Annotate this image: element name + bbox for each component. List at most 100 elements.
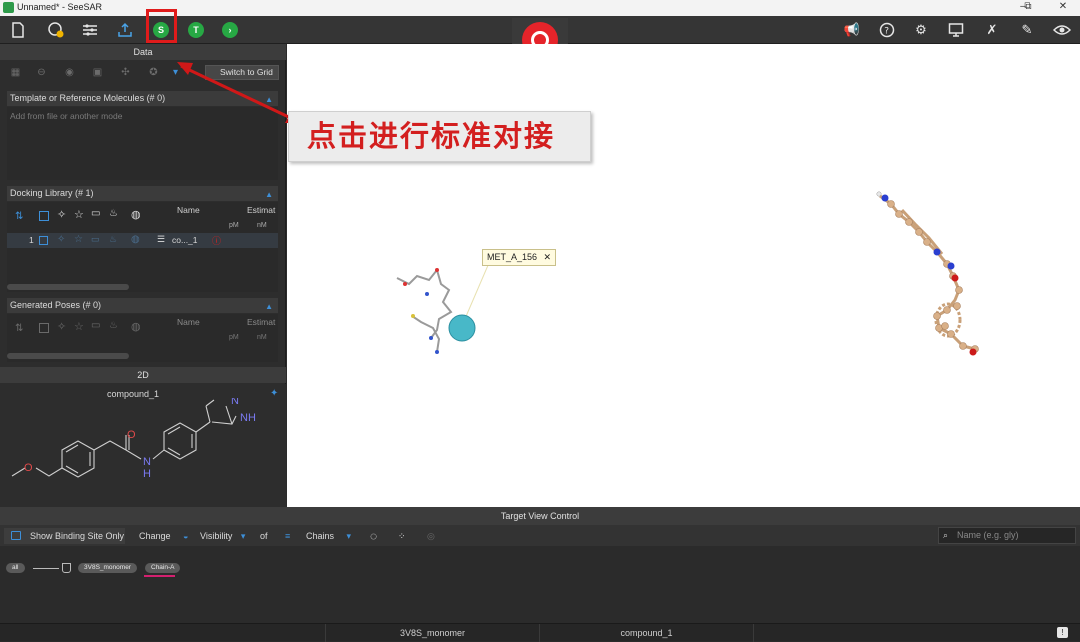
save-icon[interactable]: ▣ bbox=[91, 66, 104, 79]
atom-o-ether: O bbox=[24, 462, 33, 474]
chains-icon: ≡ bbox=[285, 531, 291, 541]
generated-poses-table: ⇅ ✧ ☆ ▭ ♨ ◍ Name Estimat pM nM bbox=[7, 314, 278, 362]
residue-label-text: MET_A_156 bbox=[487, 252, 538, 262]
restore-button[interactable]: ⧉ bbox=[1021, 1, 1035, 15]
tree-connector bbox=[33, 568, 59, 569]
camera-icon[interactable]: ◎ bbox=[427, 528, 435, 544]
next-mode-icon: › bbox=[222, 22, 238, 38]
pin-icon[interactable]: ✧ bbox=[57, 320, 66, 333]
row-checkbox[interactable] bbox=[39, 236, 48, 245]
structure-icon bbox=[62, 563, 71, 573]
comment-icon[interactable]: ▭ bbox=[91, 208, 100, 219]
name-column-header[interactable]: Name bbox=[177, 317, 200, 327]
chevron-down-icon: ▾ bbox=[240, 531, 246, 541]
star-icon[interactable]: ☆ bbox=[74, 320, 84, 333]
pin-icon[interactable]: ✧ bbox=[57, 208, 66, 221]
comment-icon[interactable]: ▭ bbox=[91, 320, 100, 331]
estimate-column-header[interactable]: Estimat bbox=[247, 317, 275, 327]
settings-sliders-icon[interactable] bbox=[79, 20, 101, 40]
next-mode-button[interactable]: › bbox=[219, 20, 241, 40]
collapse-icon[interactable]: ▲ bbox=[265, 299, 273, 314]
satellite-icon[interactable]: ✎ bbox=[1016, 20, 1038, 40]
tree-node-all[interactable]: all bbox=[6, 563, 25, 573]
row-pin-icon[interactable]: ✧ bbox=[57, 234, 65, 245]
upload-icon[interactable] bbox=[114, 20, 136, 40]
row-index: 1 bbox=[29, 235, 34, 245]
search-placeholder: Name (e.g. gly) bbox=[957, 530, 1019, 540]
file-icon[interactable] bbox=[7, 20, 29, 40]
row-palette-icon[interactable]: ◍ bbox=[131, 234, 140, 245]
pin-icon[interactable]: ✣ bbox=[119, 66, 132, 79]
sort-icon[interactable]: ⇅ bbox=[15, 323, 23, 334]
star-icon[interactable]: ☆ bbox=[74, 208, 84, 221]
table-row[interactable]: 1 ✧ ☆ ▭ ♨ ◍ ☰ co..._1 ⓘ bbox=[7, 233, 278, 248]
atom-n-pyrazole: N bbox=[231, 398, 239, 407]
nm-unit: nM bbox=[257, 334, 267, 341]
show-binding-site-only-toggle[interactable]: Show Binding Site Only bbox=[4, 528, 125, 544]
row-name: co..._1 bbox=[172, 235, 198, 245]
select-all-checkbox[interactable] bbox=[39, 211, 49, 221]
flame-icon[interactable]: ♨ bbox=[109, 320, 118, 331]
change-label: Change bbox=[139, 531, 171, 541]
visibility-dropdown[interactable]: ◒ Visibility ▾ bbox=[182, 528, 245, 544]
chain-selection-underline bbox=[144, 575, 175, 577]
view-icon[interactable]: ◉ bbox=[63, 66, 76, 79]
horizontal-scrollbar[interactable] bbox=[7, 284, 129, 290]
flame-icon[interactable]: ♨ bbox=[109, 208, 118, 219]
collapse-icon[interactable]: ▲ bbox=[265, 187, 273, 202]
palette-icon[interactable]: ◍ bbox=[131, 208, 141, 221]
sort-icon[interactable]: ⇅ bbox=[15, 211, 23, 222]
template-section-title: Template or Reference Molecules (# 0) bbox=[10, 93, 166, 103]
announce-icon[interactable]: 📢 bbox=[841, 20, 863, 40]
pm-unit: pM bbox=[229, 334, 239, 341]
select-all-checkbox[interactable] bbox=[39, 323, 49, 333]
reset-icon[interactable]: ◌ bbox=[370, 528, 377, 544]
atom-h-amide: H bbox=[143, 468, 151, 480]
screen-icon[interactable] bbox=[945, 20, 967, 40]
warning-icon[interactable]: ⓘ bbox=[212, 234, 221, 247]
analyzer-mode-icon[interactable] bbox=[45, 20, 67, 40]
palette-icon[interactable]: ◍ bbox=[131, 320, 141, 333]
tree-node-chain[interactable]: Chain-A bbox=[145, 563, 181, 573]
scatter-icon[interactable]: ⁘ bbox=[398, 528, 406, 544]
tree-node-structure[interactable]: 3V8S_monomer bbox=[78, 563, 137, 573]
notification-icon[interactable]: ! bbox=[1057, 627, 1068, 638]
docking-library-table: ⇅ ✧ ☆ ▭ ♨ ◍ Name Estimat pM nM 1 ✧ ☆ ▭ ♨… bbox=[7, 202, 278, 292]
panel-2d-title: 2D bbox=[0, 367, 286, 383]
row-menu-icon[interactable]: ☰ bbox=[157, 234, 165, 245]
star-icon[interactable]: ✪ bbox=[147, 66, 160, 79]
pm-unit: pM bbox=[229, 222, 239, 229]
status-protein: 3V8S_monomer bbox=[325, 624, 539, 642]
window-title: Unnamed* - SeeSAR bbox=[17, 2, 103, 12]
generated-poses-title: Generated Poses (# 0) bbox=[10, 300, 102, 310]
eye-icon[interactable] bbox=[1051, 20, 1073, 40]
target-view-control-title: Target View Control bbox=[0, 507, 1080, 525]
search-icon: ⌕ bbox=[943, 530, 949, 540]
name-column-header[interactable]: Name bbox=[177, 205, 200, 215]
row-comment-icon[interactable]: ▭ bbox=[91, 234, 100, 245]
visibility-label: Visibility bbox=[200, 531, 233, 541]
close-button[interactable]: ✕ bbox=[1048, 1, 1078, 15]
docking-library-header[interactable]: Docking Library (# 1) ▲ bbox=[7, 186, 278, 201]
residue-search-input[interactable]: ⌕ Name (e.g. gly) bbox=[938, 527, 1076, 544]
seesar-app-icon bbox=[3, 2, 14, 13]
estimate-column-header[interactable]: Estimat bbox=[247, 205, 275, 215]
generated-poses-header[interactable]: Generated Poses (# 0) ▲ bbox=[7, 298, 278, 313]
svg-text:?: ? bbox=[884, 27, 889, 37]
gear-icon[interactable]: ⚙ bbox=[910, 20, 932, 40]
status-divider bbox=[753, 624, 754, 642]
tools-icon[interactable]: ✗ bbox=[981, 20, 1003, 40]
row-star-icon[interactable]: ☆ bbox=[74, 234, 83, 245]
row-flame-icon[interactable]: ♨ bbox=[109, 234, 117, 245]
visibility-eye-icon: ◒ bbox=[183, 531, 189, 541]
binding-site-icon bbox=[11, 531, 21, 540]
close-icon[interactable]: ✕ bbox=[544, 252, 552, 262]
residue-label[interactable]: MET_A_156 ✕ bbox=[482, 249, 557, 266]
minus-circle-icon[interactable]: ⊖ bbox=[35, 66, 48, 79]
chains-dropdown[interactable]: ≡ Chains ▾ bbox=[284, 528, 351, 544]
horizontal-scrollbar[interactable] bbox=[7, 353, 129, 359]
atom-n-amide: N bbox=[143, 456, 151, 468]
help-icon[interactable]: ? bbox=[876, 20, 898, 40]
inspirator-mode-button[interactable]: T bbox=[185, 20, 207, 40]
calculator-icon[interactable]: ▦ bbox=[9, 66, 22, 79]
